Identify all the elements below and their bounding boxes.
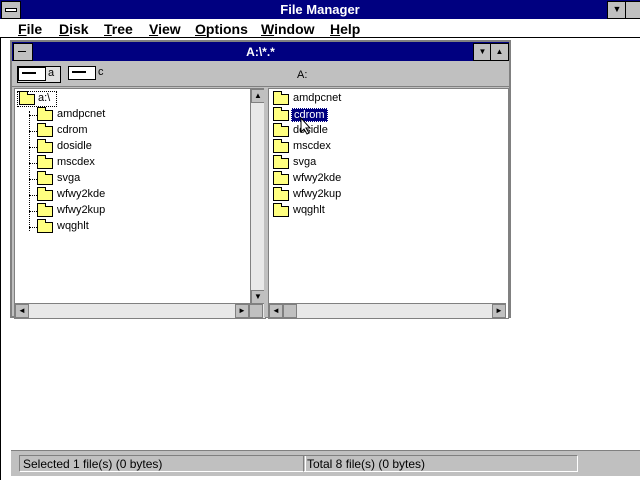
directory-window-title-bar[interactable]: A:\*.* ▼ ▲ bbox=[12, 42, 509, 61]
status-bar: Selected 1 file(s) (0 bytes) Total 8 fil… bbox=[11, 450, 640, 476]
folder-icon bbox=[37, 107, 53, 121]
scroll-left-icon[interactable]: ◄ bbox=[269, 304, 283, 318]
scroll-right-icon[interactable]: ► bbox=[235, 304, 249, 318]
folder-icon bbox=[37, 155, 53, 169]
app-title-bar: File Manager ▼ bbox=[0, 0, 640, 19]
folder-icon bbox=[37, 219, 53, 233]
directory-window-maximize-button[interactable]: ▲ bbox=[490, 43, 509, 61]
scroll-down-icon[interactable]: ▼ bbox=[251, 290, 265, 304]
folder-icon bbox=[273, 91, 289, 105]
drive-icon bbox=[18, 67, 46, 81]
scroll-up-icon[interactable]: ▲ bbox=[251, 89, 265, 103]
file-horizontal-scrollbar[interactable]: ◄ ► bbox=[269, 303, 506, 318]
file-list-label: wfwy2kup bbox=[293, 188, 342, 200]
tree-folder-label: svga bbox=[57, 172, 81, 184]
tree-folder-label: wqghlt bbox=[57, 220, 89, 232]
directory-tree-pane[interactable]: a:\ amdpcnet cdrom dosidle mscdex svga wfwy2k… bbox=[14, 88, 266, 319]
menu-tree[interactable]: Tree bbox=[104, 21, 133, 37]
app-title: File Manager bbox=[280, 2, 360, 17]
directory-window: A:\*.* ▼ ▲ a c A: a:\ amdpcnet cdrom dosid… bbox=[10, 40, 511, 319]
menu-view[interactable]: View bbox=[149, 21, 181, 37]
folder-icon bbox=[273, 123, 289, 137]
menu-help[interactable]: Help bbox=[330, 21, 360, 37]
tree-vertical-scrollbar[interactable]: ▲ ▼ bbox=[250, 89, 265, 304]
menu-window[interactable]: Window bbox=[261, 21, 315, 37]
folder-icon bbox=[37, 187, 53, 201]
menu-options[interactable]: Options bbox=[195, 21, 248, 37]
folder-icon bbox=[273, 107, 289, 121]
app-maximize-button[interactable] bbox=[625, 1, 640, 19]
file-list-label: amdpcnet bbox=[293, 92, 342, 104]
directory-window-title: A:\*.* bbox=[246, 45, 275, 59]
folder-icon bbox=[37, 203, 53, 217]
drive-a-button[interactable]: a bbox=[17, 66, 61, 83]
folder-icon bbox=[37, 123, 53, 137]
tree-folder-label: wfwy2kup bbox=[57, 204, 106, 216]
folder-icon bbox=[19, 91, 35, 105]
tree-folder-label: wfwy2kde bbox=[57, 188, 106, 200]
mouse-pointer-icon bbox=[300, 117, 312, 135]
scroll-thumb[interactable] bbox=[283, 304, 297, 318]
file-list-label: wqghlt bbox=[293, 204, 325, 216]
folder-icon bbox=[273, 203, 289, 217]
app-minimize-button[interactable]: ▼ bbox=[607, 1, 627, 19]
tree-folder-label: cdrom bbox=[57, 124, 88, 136]
menu-bar: File Disk Tree View Options Window Help bbox=[0, 19, 640, 38]
tree-folder-label: mscdex bbox=[57, 156, 95, 168]
scroll-right-icon[interactable]: ► bbox=[492, 304, 506, 318]
drive-c-label: c bbox=[98, 66, 104, 78]
drive-bar: a c A: bbox=[12, 61, 509, 87]
file-list-label: svga bbox=[293, 156, 317, 168]
drive-icon bbox=[68, 66, 96, 80]
menu-file[interactable]: File bbox=[18, 21, 42, 37]
scroll-corner bbox=[249, 304, 263, 318]
tree-root-label: a:\ bbox=[38, 92, 51, 104]
folder-icon bbox=[37, 171, 53, 185]
menu-disk[interactable]: Disk bbox=[59, 21, 89, 37]
folder-icon bbox=[273, 187, 289, 201]
folder-icon bbox=[273, 171, 289, 185]
drive-a-label: a bbox=[48, 67, 55, 79]
drive-c-button[interactable]: c bbox=[68, 66, 104, 81]
status-selected: Selected 1 file(s) (0 bytes) bbox=[19, 455, 306, 472]
scroll-left-icon[interactable]: ◄ bbox=[15, 304, 29, 318]
file-list-label: wfwy2kde bbox=[293, 172, 342, 184]
folder-icon bbox=[273, 155, 289, 169]
folder-icon bbox=[37, 139, 53, 153]
tree-horizontal-scrollbar[interactable]: ◄ ► bbox=[15, 303, 265, 318]
file-list-label: mscdex bbox=[293, 140, 331, 152]
current-drive-label: A: bbox=[297, 69, 308, 81]
tree-folder-label: amdpcnet bbox=[57, 108, 106, 120]
tree-folder-label: dosidle bbox=[57, 140, 92, 152]
folder-icon bbox=[273, 139, 289, 153]
status-total: Total 8 file(s) (0 bytes) bbox=[303, 455, 578, 472]
tree-connector bbox=[29, 111, 30, 231]
tree-root[interactable]: a:\ bbox=[17, 91, 57, 107]
